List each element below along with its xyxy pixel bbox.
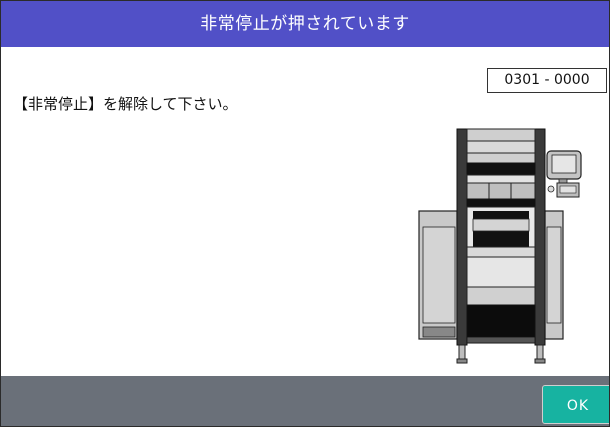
instruction-message: 【非常停止】を解除して下さい。	[13, 95, 238, 113]
ok-button[interactable]: OK	[542, 385, 609, 424]
bottom-bar	[1, 376, 609, 426]
dialog-title: 非常停止が押されています	[1, 1, 609, 47]
machine-illustration	[418, 128, 582, 364]
emergency-stop-dialog: 非常停止が押されています 0301 - 0000 【非常停止】を解除して下さい。	[0, 0, 610, 427]
error-code-box: 0301 - 0000	[487, 68, 607, 93]
